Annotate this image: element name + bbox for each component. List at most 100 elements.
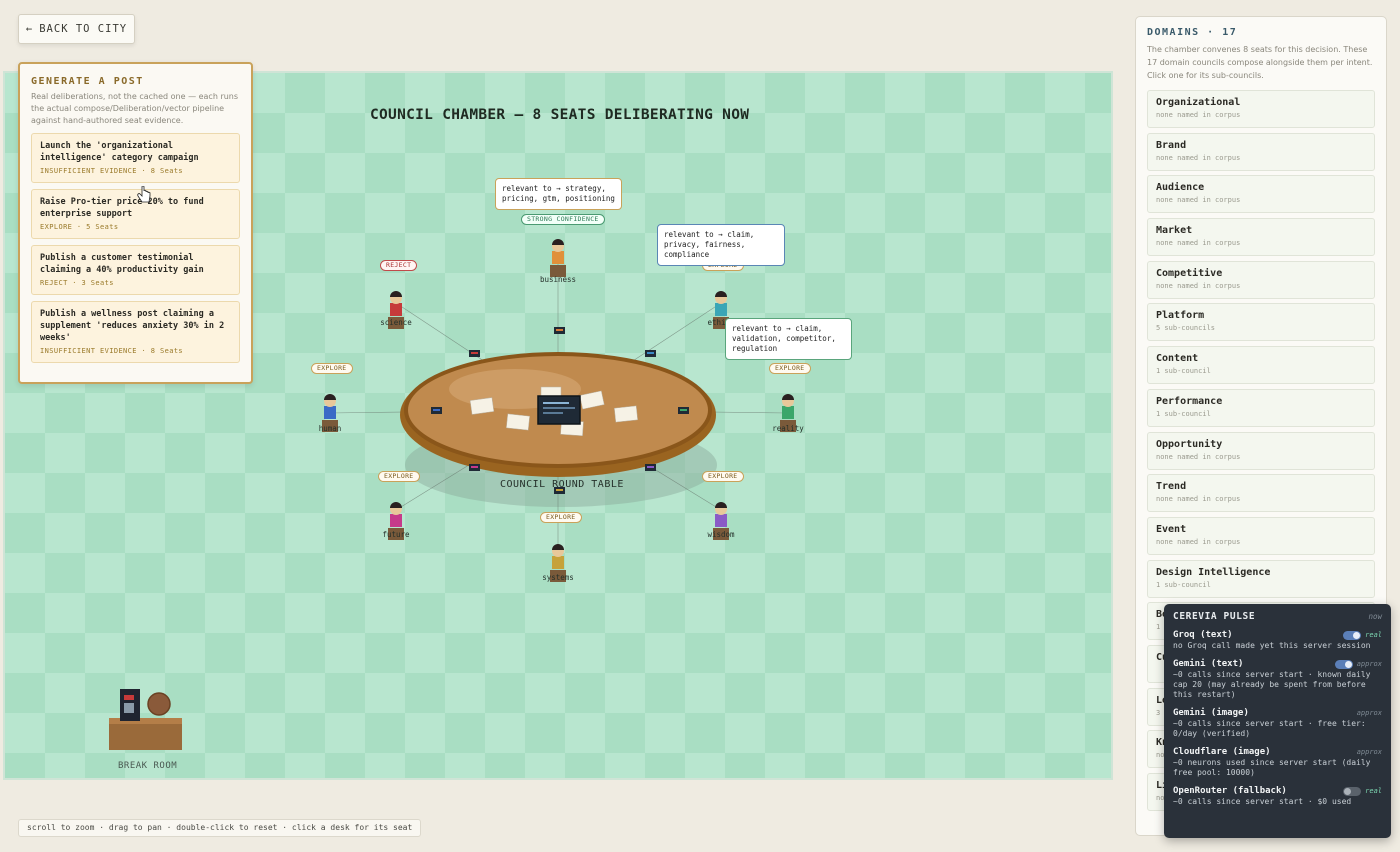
provider-name: Gemini (text) [1173,659,1244,669]
provider-cloudflare-image: Cloudflare (image) approx ~0 neurons used … [1173,747,1382,778]
speech-bubble-ethics: relevant to → claim, privacy, fairness, … [657,224,785,266]
domain-subcouncils: 1 sub-council [1156,409,1211,418]
post-option-4[interactable]: Publish a wellness post claiming a suppl… [31,301,240,363]
provider-name: OpenRouter (fallback) [1173,786,1287,796]
post-title: Publish a wellness post claiming a suppl… [40,309,225,343]
domain-item-design-intelligence[interactable]: Design Intelligence 1 sub-council [1147,559,1375,598]
post-meta: INSUFFICIENT EVIDENCE · 8 Seats [40,167,184,175]
domain-item-performance[interactable]: Performance 1 sub-council [1147,388,1375,427]
table-label: COUNCIL ROUND TABLE [500,479,624,490]
status-badge-science: REJECT [380,260,418,271]
speech-bubble-business: relevant to → strategy, pricing, gtm, po… [495,178,622,210]
domain-name: Design Intelligence [1156,566,1271,578]
domain-subcouncils: none named in corpus [1156,452,1241,461]
domain-item-trend[interactable]: Trend none named in corpus [1147,474,1375,513]
provider-list: Groq (text) real no Groq call made yet thi… [1173,630,1382,807]
post-title: Raise Pro-tier price 20% to fund enterpr… [40,197,204,219]
domains-description: The chamber convenes 8 seats for this de… [1147,45,1373,80]
cerevia-pulse-panel: CEREVIA PULSE now Groq (text) real no Groq… [1164,604,1391,838]
status-badge-business: STRONG CONFIDENCE [521,214,605,225]
domain-subcouncils: none named in corpus [1156,153,1241,162]
generate-post-panel: GENERATE A POST Real deliberations, not … [18,62,253,384]
provider-name: Cloudflare (image) [1173,747,1271,757]
seat-label-business[interactable]: business [518,275,598,284]
domain-name: Opportunity [1156,438,1223,450]
break-room-label: BREAK ROOM [118,761,178,771]
provider-gemini-image: Gemini (image) approx ~0 calls since serve… [1173,708,1382,739]
back-to-city-label: BACK TO CITY [39,23,128,35]
provider-kind: approx [1356,748,1382,756]
post-title: Publish a customer testimonial claiming … [40,253,204,275]
domain-name: Event [1156,523,1187,535]
provider-groq-text: Groq (text) real no Groq call made yet thi… [1173,630,1382,651]
domain-item-organizational[interactable]: Organizational none named in corpus [1147,90,1375,128]
seat-label-reality[interactable]: reality [748,424,828,433]
generate-post-description: Real deliberations, not the cached one —… [31,92,239,125]
seat-label-systems[interactable]: systems [518,573,598,582]
post-meta: REJECT · 3 Seats [40,279,114,287]
domain-name: Organizational [1156,97,1241,108]
status-badge-future: EXPLORE [378,471,420,482]
provider-toggle[interactable] [1343,786,1362,796]
seat-label-human[interactable]: human [290,424,370,433]
pulse-title: CEREVIA PULSE [1173,611,1256,622]
domain-subcouncils: none named in corpus [1156,111,1241,119]
provider-name: Gemini (image) [1173,708,1249,718]
provider-detail: no Groq call made yet this server sessio… [1173,641,1371,650]
domain-name: Platform [1156,310,1205,322]
speech-bubble-reality: relevant to → claim, validation, competi… [725,318,852,360]
domain-subcouncils: none named in corpus [1156,239,1241,248]
domain-item-competitive[interactable]: Competitive none named in corpus [1147,260,1375,299]
arrow-left-icon: ← [25,23,34,35]
post-meta: INSUFFICIENT EVIDENCE · 8 Seats [40,347,184,355]
provider-name: Groq (text) [1173,630,1233,640]
back-to-city-button[interactable]: ← BACK TO CITY [18,14,135,44]
domain-item-brand[interactable]: Brand none named in corpus [1147,132,1375,171]
break-room[interactable] [109,689,182,750]
provider-kind: approx [1356,709,1382,717]
post-title: Launch the 'organizational intelligence'… [40,141,199,163]
status-badge-reality: EXPLORE [769,363,811,374]
provider-detail: ~0 calls since server start · free tier:… [1173,719,1366,738]
controls-hint: scroll to zoom · drag to pan · double-cl… [18,819,422,837]
generate-post-title: GENERATE A POST [31,76,144,87]
domain-name: Content [1156,353,1199,365]
domain-subcouncils: 1 sub-council [1156,367,1211,376]
seat-label-science[interactable]: science [356,318,436,327]
pulse-timestamp: now [1368,612,1382,621]
status-badge-wisdom: EXPLORE [702,471,744,482]
seat-label-wisdom[interactable]: wisdom [681,530,761,539]
provider-detail: ~0 neurons used since server start (dail… [1173,758,1371,777]
domain-item-content[interactable]: Content 1 sub-council [1147,346,1375,385]
domain-item-event[interactable]: Event none named in corpus [1147,516,1375,555]
domain-name: Trend [1156,481,1187,493]
domain-subcouncils: none named in corpus [1156,281,1241,290]
post-meta: EXPLORE · 5 Seats [40,223,119,231]
domain-subcouncils: 1 sub-council [1156,580,1211,589]
provider-toggle[interactable] [1334,659,1353,669]
domain-name: Performance [1156,395,1223,407]
domain-name: Competitive [1156,267,1223,279]
chamber-title: COUNCIL CHAMBER — 8 SEATS DELIBERATING N… [370,107,750,123]
domain-name: Brand [1156,139,1187,151]
domain-name: Audience [1156,182,1205,194]
status-badge-human: EXPLORE [311,363,353,374]
domain-name: Market [1156,225,1193,237]
domain-item-opportunity[interactable]: Opportunity none named in corpus [1147,431,1375,470]
domain-subcouncils: none named in corpus [1156,537,1241,546]
seat-label-future[interactable]: future [356,530,436,539]
provider-detail: ~0 calls since server start · $0 used [1173,797,1352,806]
provider-kind: real [1365,631,1382,639]
status-badge-systems: EXPLORE [540,512,582,523]
post-option-1[interactable]: Launch the 'organizational intelligence'… [31,133,240,183]
post-option-3[interactable]: Publish a customer testimonial claiming … [31,245,240,295]
domain-item-platform[interactable]: Platform 5 sub-councils [1147,303,1375,342]
domain-item-market[interactable]: Market none named in corpus [1147,218,1375,257]
domains-title: DOMAINS · 17 [1147,27,1238,38]
seat-figure-business[interactable] [550,239,566,277]
domain-subcouncils: none named in corpus [1156,495,1241,504]
provider-gemini-text: Gemini (text) approx ~0 calls since server… [1173,659,1382,700]
post-option-2[interactable]: Raise Pro-tier price 20% to fund enterpr… [31,189,240,239]
provider-toggle[interactable] [1343,630,1362,640]
domain-item-audience[interactable]: Audience none named in corpus [1147,175,1375,214]
